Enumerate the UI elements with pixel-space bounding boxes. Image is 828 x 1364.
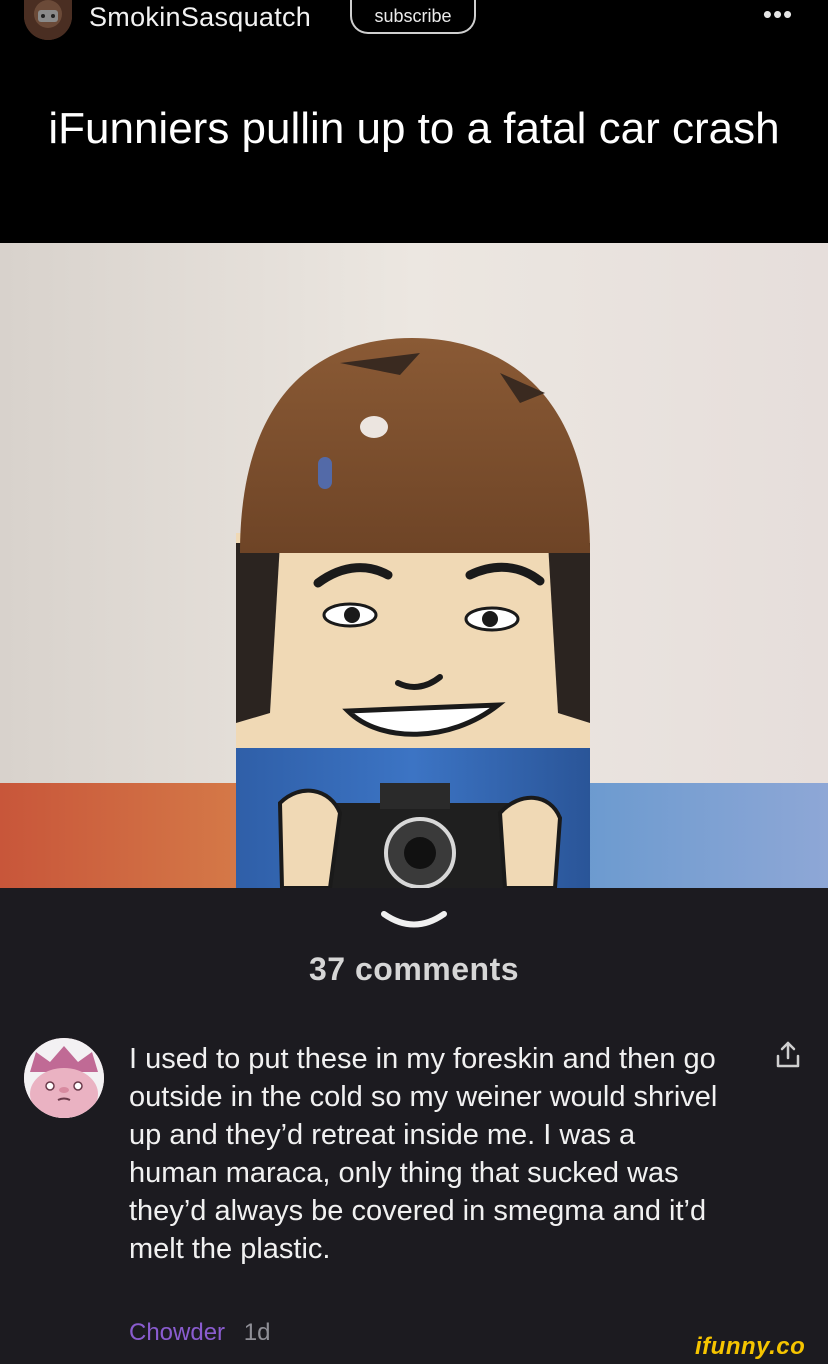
chevron-down-icon xyxy=(381,911,447,928)
username[interactable]: SmokinSasquatch xyxy=(89,2,311,33)
caption-area: iFunniers pullin up to a fatal car crash xyxy=(0,40,828,243)
post-caption: iFunniers pullin up to a fatal car crash xyxy=(48,104,780,153)
comment-meta: Chowder 1d xyxy=(129,1319,270,1347)
collapse-button[interactable] xyxy=(380,908,448,932)
user-avatar[interactable] xyxy=(24,0,72,40)
comments-count: 37 comments xyxy=(308,951,520,987)
ifunny-watermark: ifunny.co xyxy=(695,1333,806,1360)
meme-image[interactable] xyxy=(0,243,828,888)
more-options-button[interactable]: ••• xyxy=(760,1,796,28)
commenter-avatar[interactable] xyxy=(24,1038,104,1118)
subscribe-button[interactable]: subscribe xyxy=(350,0,476,34)
comments-section: 37 comments I used to put these in my fo… xyxy=(0,888,828,1364)
post-header: SmokinSasquatch subscribe ••• xyxy=(0,0,828,40)
ellipsis-icon: ••• xyxy=(762,0,794,29)
comment-author[interactable]: Chowder xyxy=(129,1319,225,1346)
comment-text: I used to put these in my foreskin and t… xyxy=(129,1043,718,1265)
share-icon xyxy=(776,1041,800,1068)
comment-time: 1d xyxy=(243,1319,271,1346)
share-button[interactable] xyxy=(774,1040,802,1070)
